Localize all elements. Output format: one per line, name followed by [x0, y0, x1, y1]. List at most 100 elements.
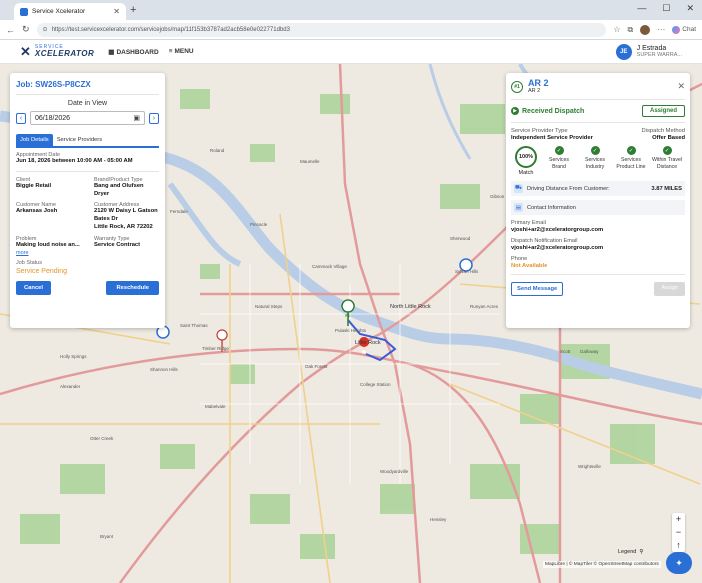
- tab-job-details[interactable]: Job Details: [16, 134, 53, 146]
- reload-icon[interactable]: ↻: [22, 24, 30, 35]
- map-label: Saint Thomas: [180, 323, 208, 328]
- logo-x-icon: ✕: [20, 43, 31, 59]
- address-bar[interactable]: ⊙ https://test.servicexcelerator.com/ser…: [36, 22, 607, 37]
- send-message-button[interactable]: Send Message: [511, 282, 564, 296]
- site-info-icon[interactable]: ⊙: [43, 26, 48, 33]
- criteria-line: Services: [621, 157, 641, 163]
- app-favicon-icon: [20, 7, 28, 16]
- zoom-controls: + − ↑: [672, 513, 685, 552]
- map-label: Gibson: [490, 194, 505, 199]
- chevron-left-icon: ‹: [19, 114, 23, 122]
- back-icon[interactable]: ←: [6, 25, 15, 35]
- map-label: Alexander: [60, 384, 81, 389]
- assign-button[interactable]: Assign: [654, 282, 685, 296]
- main-nav: ▦ DASHBOARD ≡ MENU: [108, 48, 193, 56]
- svg-text:#1: #1: [345, 313, 351, 318]
- address-line: Bates Dr: [94, 216, 118, 223]
- assigned-badge[interactable]: Assigned: [641, 105, 685, 117]
- nav-dashboard[interactable]: ▦ DASHBOARD: [108, 48, 158, 56]
- map-label: Pulaski Heights: [335, 328, 367, 333]
- browser-toolbar: ← ↻ ⊙ https://test.servicexcelerator.com…: [0, 20, 702, 40]
- new-tab-icon[interactable]: +: [130, 4, 136, 16]
- map-label: Ferndale: [170, 209, 188, 214]
- distance-row: ⛟ Driving Distance From Customer: 3.87 M…: [511, 181, 685, 196]
- map-label: Shannon Hills: [150, 367, 178, 372]
- favorite-icon[interactable]: ☆: [613, 25, 620, 34]
- map-label: Roland: [210, 148, 225, 153]
- map-label: Cammack Village: [312, 264, 347, 269]
- compass-button[interactable]: ↑: [676, 539, 681, 552]
- distance-label: Driving Distance From Customer:: [527, 185, 610, 192]
- zoom-in-button[interactable]: +: [676, 513, 681, 526]
- window-controls: — ☐ ✕: [637, 3, 694, 14]
- map-attribution[interactable]: MapLibre | © MapTiler © OpenStreetMap co…: [543, 561, 661, 568]
- received-dispatch-label: Received Dispatch: [522, 107, 585, 115]
- provider-rank-badge: #1: [511, 80, 523, 93]
- more-icon[interactable]: ···: [657, 25, 665, 34]
- criteria-product-line: ✓ Services Product Line: [613, 146, 649, 171]
- app-header: ✕ SERVICE XCELERATOR ▦ DASHBOARD ≡ MENU JE…: [0, 40, 702, 64]
- address-line: Little Rock, AR 72202: [94, 224, 153, 231]
- close-icon[interactable]: ✕: [677, 81, 685, 92]
- nav-menu[interactable]: ≡ MENU: [169, 48, 194, 56]
- avatar: JE: [615, 43, 632, 60]
- sp-type-label: Service Provider Type: [511, 128, 568, 134]
- reschedule-button[interactable]: Reschedule: [106, 280, 159, 295]
- map-label: Maumelle: [300, 159, 320, 164]
- calendar-icon[interactable]: ▣: [133, 114, 140, 122]
- dispatch-panel: #1 AR 2 AR 2 ✕ ▶ Received Dispatch Assig…: [506, 73, 690, 328]
- map-label: Wrightsville: [578, 464, 601, 469]
- profile-avatar-icon[interactable]: [640, 24, 651, 35]
- contact-info-label: Contact Information: [527, 204, 576, 211]
- copilot-label: Chat: [682, 26, 696, 33]
- map-label: Sherwood: [450, 236, 471, 241]
- criteria-line: Services: [549, 157, 569, 163]
- job-title: Job: SW26S-P8CZX: [16, 80, 91, 89]
- tab-service-providers[interactable]: Service Providers: [53, 134, 106, 146]
- appointment-value: Jun 18, 2026 between 10:00 AM - 05:00 AM: [16, 158, 133, 164]
- copilot-button[interactable]: Chat: [672, 25, 696, 34]
- legend-toggle[interactable]: Legend ⚲: [618, 549, 643, 555]
- collections-icon[interactable]: ⧉: [628, 25, 634, 35]
- window-close-icon[interactable]: ✕: [686, 3, 694, 14]
- warranty-value: Service Contract: [94, 241, 141, 248]
- more-link[interactable]: more: [16, 250, 90, 256]
- primary-email-value: vjoshi+ar2@xceleratorgroup.com: [511, 227, 604, 233]
- criteria-brand: ✓ Services Brand: [541, 146, 577, 171]
- minimize-icon[interactable]: —: [637, 3, 646, 14]
- primary-email-label: Primary Email: [511, 220, 546, 226]
- browser-tab[interactable]: Service Xcelerator ✕: [14, 3, 126, 20]
- map-label: Woodyardville: [380, 469, 409, 474]
- tab-title: Service Xcelerator: [32, 8, 86, 15]
- criteria-line: Brand: [552, 163, 566, 170]
- status-label: Job Status: [16, 259, 42, 266]
- criteria-line: Distance: [656, 163, 678, 170]
- status-value: Service Pending: [16, 267, 67, 275]
- provider-sub: AR 2: [528, 88, 541, 94]
- prev-date-button[interactable]: ‹: [16, 112, 26, 124]
- check-icon: ✓: [662, 146, 672, 155]
- map-label: Galloway: [580, 349, 599, 354]
- criteria-travel-distance: ✓ Within Travel Distance: [649, 146, 685, 171]
- next-date-button[interactable]: ›: [149, 112, 159, 124]
- cancel-button[interactable]: Cancel: [16, 280, 52, 295]
- phone-label: Phone: [511, 256, 528, 262]
- notification-email-value: vjoshi+ar2@xceleratorgroup.com: [511, 245, 604, 251]
- close-tab-icon[interactable]: ✕: [113, 7, 120, 16]
- app-logo[interactable]: ✕ SERVICE XCELERATOR: [20, 44, 94, 60]
- phone-value: Not Available: [511, 263, 548, 269]
- customer-value: Arkansas Josh: [16, 208, 58, 215]
- zoom-out-button[interactable]: −: [676, 526, 681, 539]
- ai-assistant-button[interactable]: ✦: [666, 552, 692, 574]
- maximize-icon[interactable]: ☐: [662, 3, 670, 14]
- address-line: 2120 W Daisy L Gatson: [94, 208, 158, 215]
- legend-icon: ⚲: [639, 549, 644, 555]
- job-tabs: Job Details Service Providers: [16, 134, 159, 148]
- legend-label: Legend: [618, 549, 637, 555]
- sp-type-value: Independent Service Provider: [511, 135, 593, 141]
- map-label: Timber Ridge: [202, 346, 229, 351]
- logo-bottom-text: XCELERATOR: [34, 49, 95, 58]
- provider-name: AR 2: [528, 78, 549, 88]
- date-field[interactable]: 06/18/2026 ▣: [30, 111, 145, 125]
- user-menu[interactable]: JE J Estrada SUPER WARRA...: [615, 43, 682, 60]
